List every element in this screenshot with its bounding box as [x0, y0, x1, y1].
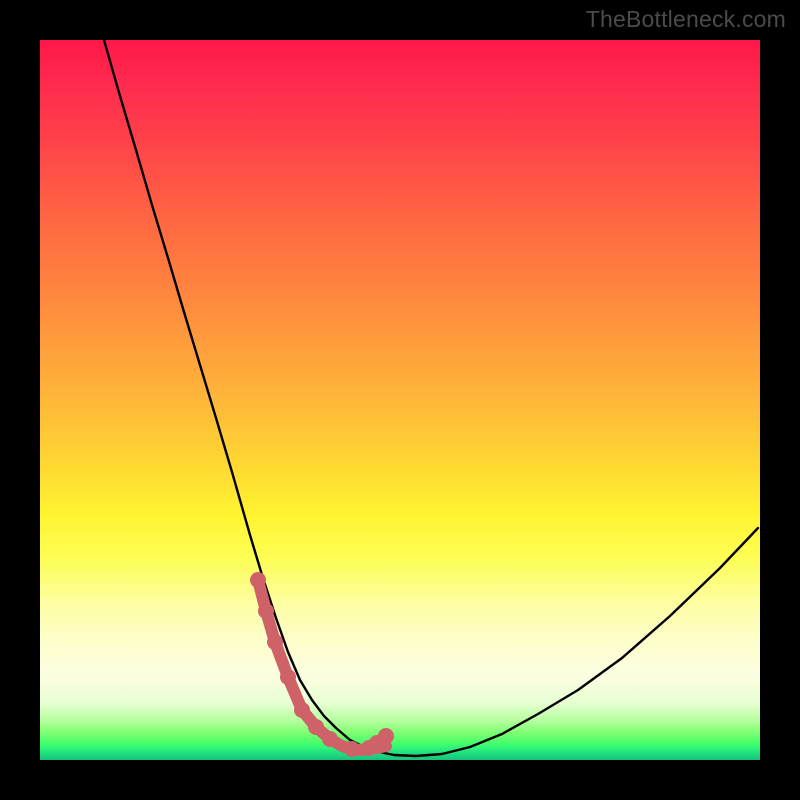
- highlight-dot: [294, 702, 310, 718]
- highlight-dot: [344, 741, 360, 757]
- plot-area: [40, 40, 760, 760]
- chart-svg: [40, 40, 760, 760]
- highlight-dot: [267, 634, 283, 650]
- highlight-dot: [258, 603, 274, 619]
- highlight-dot: [378, 728, 394, 744]
- highlight-dot: [322, 731, 338, 747]
- highlight-dot: [250, 572, 266, 588]
- watermark-text: TheBottleneck.com: [586, 6, 786, 33]
- highlight-dot: [308, 719, 324, 735]
- bottom-highlight-markers: [250, 572, 394, 757]
- chart-frame: TheBottleneck.com: [0, 0, 800, 800]
- highlight-dot: [280, 669, 296, 685]
- bottleneck-curve: [104, 40, 758, 756]
